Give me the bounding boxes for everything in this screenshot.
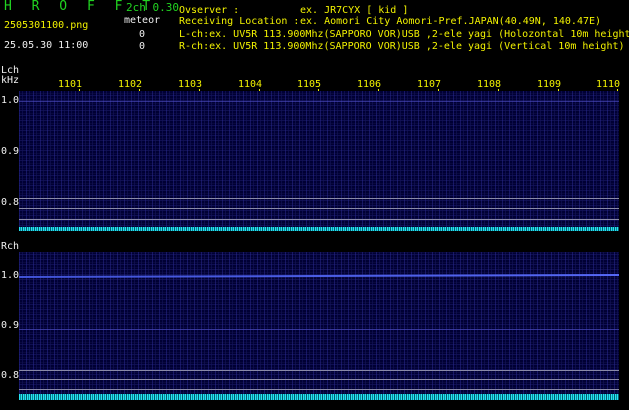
meteor-count-rch: 0: [139, 41, 146, 52]
spectrogram-noise: [19, 91, 619, 231]
channel-mode: 2ch 0.30: [126, 1, 179, 14]
freq-tick-lch: 0.8: [1, 197, 20, 208]
khz-unit-label: kHz: [1, 75, 20, 86]
freq-tick-rch: 0.8: [1, 370, 20, 381]
lch-receiver-info: L-ch:ex. UV5R 113.900Mhz(SAPPORO VOR)USB…: [179, 29, 629, 40]
freq-tick-lch: 0.9: [1, 146, 20, 157]
reference-line: [19, 219, 619, 220]
reference-line: [19, 389, 619, 390]
freq-tick-rch: 0.9: [1, 320, 20, 331]
rch-label: Rch: [1, 241, 20, 252]
location-value: ex. Aomori City Aomori-Pref.JAPAN(40.49N…: [300, 16, 602, 27]
reference-line: [19, 208, 619, 209]
rch-receiver-info: R-ch:ex. UV5R 113.900Mhz(SAPPORO VOR)USB…: [179, 41, 625, 52]
carrier-trace: [19, 329, 619, 330]
rch-spectrogram: [19, 252, 619, 400]
freq-tick-lch: 1.0: [1, 95, 20, 106]
reference-line: [19, 370, 619, 371]
location-label: Receiving Location :: [179, 16, 300, 27]
image-filename: 2505301100.png: [4, 20, 89, 31]
reference-line: [19, 379, 619, 380]
meteor-label: meteor: [124, 15, 161, 26]
capture-datetime: 25.05.30 11:00: [4, 40, 89, 51]
carrier-trace: [19, 101, 619, 102]
reference-line: [19, 198, 619, 199]
lch-spectrogram: [19, 91, 619, 231]
noise-floor-trace: [19, 394, 619, 400]
freq-tick-rch: 1.0: [1, 270, 20, 281]
meteor-count-lch: 0: [139, 29, 146, 40]
noise-floor-trace: [19, 227, 619, 231]
